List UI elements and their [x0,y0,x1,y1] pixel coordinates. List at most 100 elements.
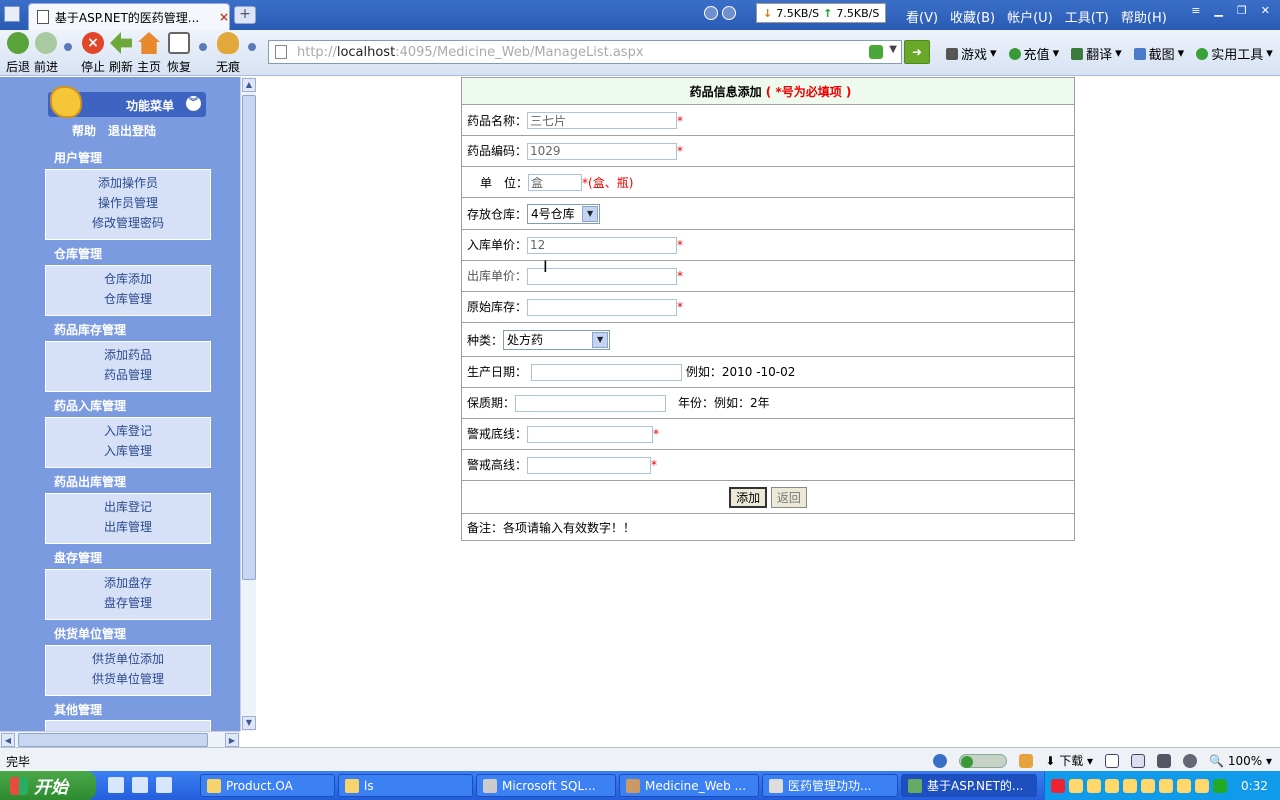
clipboard-icon[interactable] [1131,753,1146,768]
tray-network-icon[interactable] [1087,778,1101,793]
history-dropdown-icon[interactable] [64,43,72,51]
category-select[interactable]: 处方药 ▼ [503,329,611,350]
refresh-button[interactable]: 刷新 [106,32,136,75]
drug-name-input[interactable] [527,111,678,129]
games-tool[interactable]: 游戏 ▾ [946,44,997,63]
maximize-icon[interactable]: ❐ [1237,4,1247,17]
task-document[interactable]: 医药管理功功... [762,774,898,797]
quicklaunch-app-icon[interactable] [108,777,124,793]
sidebar-vertical-scrollbar[interactable]: ▲ ▼ [240,77,256,731]
task-medicine-web[interactable]: Medicine_Web ... [619,774,759,797]
high-alert-input[interactable] [527,456,652,474]
settings-icon[interactable]: ≡ [1191,4,1200,17]
menu-stock-in-register[interactable]: 入库登记 [46,423,210,443]
recharge-tool[interactable]: 充值 ▾ [1008,44,1059,63]
section-drug-stock[interactable]: 药品库存管理 [54,321,126,338]
screen-icon[interactable] [1157,753,1172,768]
tray-arrow-icon[interactable] [1069,778,1083,793]
tray-qq2-icon[interactable] [1159,778,1173,793]
tab-scroll-left-icon[interactable] [704,6,718,20]
menu-help[interactable]: 帮助(H) [1121,7,1167,26]
utilities-tool[interactable]: 实用工具 ▾ [1196,44,1273,63]
go-button[interactable]: ➜ [904,40,930,64]
incognito-dropdown-icon[interactable] [248,43,256,51]
tray-app-icon[interactable] [1123,778,1137,793]
zoom-control[interactable]: 🔍 100% ▾ [1209,754,1272,768]
shelf-life-input[interactable] [515,394,667,412]
task-sql-server[interactable]: Microsoft SQL... [476,774,616,797]
restore-dropdown-icon[interactable] [199,43,207,51]
browser-tab-active[interactable]: 基于ASP.NET的医药管理... × [28,3,230,30]
menu-add-drug[interactable]: 添加药品 [46,347,210,367]
app-menu-icon[interactable] [4,6,20,22]
translate-tool[interactable]: 翻译 ▾ [1071,44,1122,63]
scroll-up-icon[interactable]: ▲ [242,78,256,92]
out-price-input[interactable] [527,267,678,285]
new-tab-button[interactable]: + [234,6,256,24]
window-icon[interactable] [1105,753,1120,768]
menu-add-supplier[interactable]: 供货单位添加 [46,651,210,671]
back-button[interactable]: 返回 [770,486,807,508]
section-supplier[interactable]: 供货单位管理 [54,625,126,642]
add-button[interactable]: 添加 [729,486,768,508]
menu-stock-in-management[interactable]: 入库管理 [46,443,210,463]
hscroll-thumb[interactable] [18,733,208,747]
scroll-right-icon[interactable]: ▶ [225,733,239,747]
section-inventory[interactable]: 盘存管理 [54,549,102,566]
quicklaunch-desktop-icon[interactable] [132,777,148,793]
address-bar[interactable]: http://localhost:4095/Medicine_Web/Manag… [268,40,902,64]
collapse-chevron-icon[interactable]: ︾ [186,96,201,111]
screenshot-tool[interactable]: 截图 ▾ [1133,44,1184,63]
menu-drug-management[interactable]: 药品管理 [46,367,210,387]
incognito-button[interactable]: 无痕 [213,32,243,75]
section-stock-out[interactable]: 药品出库管理 [54,473,126,490]
production-date-input[interactable] [531,363,683,381]
menu-operator-management[interactable]: 操作员管理 [46,195,210,215]
ie-mode-icon[interactable] [933,753,948,768]
menu-tools[interactable]: 工具(T) [1065,7,1109,26]
tray-security-icon[interactable] [1213,778,1227,793]
menu-account[interactable]: 帐户(U) [1007,7,1053,26]
scroll-thumb[interactable] [242,95,256,580]
help-link[interactable]: 帮助 [72,122,96,139]
logout-link[interactable]: 退出登陆 [108,122,156,139]
tab-close-icon[interactable]: × [219,10,229,24]
notes-icon[interactable] [1019,753,1034,768]
home-button[interactable]: 主页 [134,32,164,75]
task-browser[interactable]: 基于ASP.NET的... [901,774,1037,797]
acceleration-toggle[interactable] [959,753,1008,768]
menu-stock-out-register[interactable]: 出库登记 [46,499,210,519]
menu-warehouse-management[interactable]: 仓库管理 [46,291,210,311]
menu-stock-out-management[interactable]: 出库管理 [46,519,210,539]
minimize-icon[interactable]: ▁ [1214,4,1222,17]
back-button[interactable]: 后退 [3,32,33,75]
tray-chat-icon[interactable] [1105,778,1119,793]
initial-stock-input[interactable] [527,298,678,316]
scroll-left-icon[interactable]: ◀ [1,733,15,747]
tab-scroll-right-icon[interactable] [722,6,736,20]
sidebar-horizontal-scrollbar[interactable]: ◀ ▶ [0,731,240,747]
task-ls[interactable]: ls [338,774,473,797]
stop-button[interactable]: × 停止 [78,32,108,75]
menu-supplier-management[interactable]: 供货单位管理 [46,671,210,691]
close-window-icon[interactable]: ✕ [1261,4,1270,17]
address-dropdown-icon[interactable]: ▼ [889,44,897,55]
tray-qq-icon[interactable] [1141,778,1155,793]
menu-change-password[interactable]: 修改管理密码 [46,215,210,235]
forward-button[interactable]: 前进 [31,32,61,75]
menu-favorites[interactable]: 收藏(B) [950,7,995,26]
in-price-input[interactable] [527,236,678,254]
low-alert-input[interactable] [527,425,654,443]
menu-add-warehouse[interactable]: 仓库添加 [46,271,210,291]
menu-add-inventory[interactable]: 添加盘存 [46,575,210,595]
section-user-management[interactable]: 用户管理 [54,149,102,166]
unit-input[interactable] [528,173,583,191]
start-button[interactable]: 开始 [0,771,96,800]
warehouse-select[interactable]: 4号仓库 ▼ [527,203,601,224]
speaker-icon[interactable] [1183,753,1198,768]
quicklaunch-app2-icon[interactable] [156,777,172,793]
security-shield-icon[interactable] [869,45,883,59]
menu-inventory-management[interactable]: 盘存管理 [46,595,210,615]
section-stock-in[interactable]: 药品入库管理 [54,397,126,414]
task-product-oa[interactable]: Product.OA [200,774,335,797]
